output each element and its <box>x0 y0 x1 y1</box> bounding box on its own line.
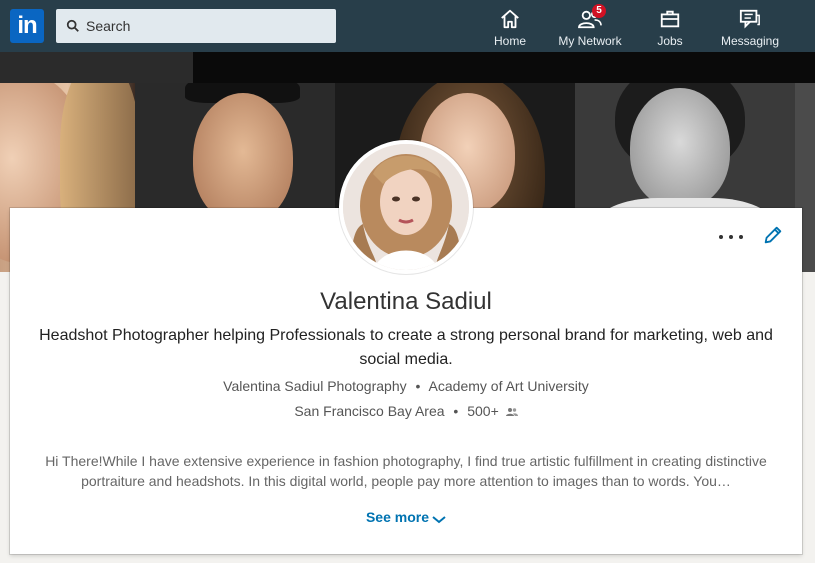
connections-icon <box>505 408 518 416</box>
separator-dot: • <box>453 403 459 419</box>
see-more-label: See more <box>365 509 430 525</box>
separator-dot: • <box>415 378 421 394</box>
network-badge: 5 <box>592 4 606 18</box>
linkedin-logo[interactable]: in <box>10 9 44 43</box>
nav-my-network-label: My Network <box>558 34 622 48</box>
profile-location: San Francisco Bay Area <box>294 403 445 419</box>
search-icon <box>66 19 79 32</box>
profile-avatar[interactable] <box>339 140 473 274</box>
nav-messaging-label: Messaging <box>720 34 780 48</box>
profile-summary: Hi There!While I have extensive experien… <box>45 453 767 489</box>
profile-company[interactable]: Valentina Sadiul Photography <box>223 378 406 394</box>
more-options-button[interactable] <box>719 233 743 241</box>
chevron-down-icon <box>432 516 446 524</box>
nav-jobs-label: Jobs <box>657 34 683 48</box>
nav-home[interactable]: Home <box>490 8 530 48</box>
profile-headline: Headshot Photographer helping Profession… <box>39 327 773 368</box>
briefcase-icon <box>660 10 680 28</box>
banner-band-left <box>0 52 193 83</box>
dot-icon <box>719 235 723 239</box>
see-more-button[interactable]: See more <box>10 509 802 525</box>
dot-icon <box>729 235 733 239</box>
banner-band-top <box>193 52 815 83</box>
profile-connections[interactable]: 500+ <box>467 403 499 419</box>
dot-icon <box>739 235 743 239</box>
search-input[interactable] <box>86 18 316 34</box>
nav-messaging[interactable]: Messaging <box>715 8 785 48</box>
avatar-photo <box>343 144 469 270</box>
edit-pencil-icon[interactable] <box>762 224 784 246</box>
nav-my-network[interactable]: 5 My Network <box>555 4 625 48</box>
search-bar[interactable] <box>56 9 336 43</box>
profile-location-line: San Francisco Bay Area • 500+ <box>10 403 802 419</box>
nav-jobs[interactable]: Jobs <box>650 8 690 48</box>
chat-icon <box>739 9 760 29</box>
profile-school[interactable]: Academy of Art University <box>429 378 589 394</box>
profile-education-line: Valentina Sadiul Photography • Academy o… <box>10 378 802 394</box>
nav-home-label: Home <box>493 34 526 48</box>
top-nav: in Home 5 My Network Jobs <box>0 0 815 52</box>
profile-name: Valentina Sadiul <box>320 288 492 315</box>
home-icon <box>501 9 519 29</box>
